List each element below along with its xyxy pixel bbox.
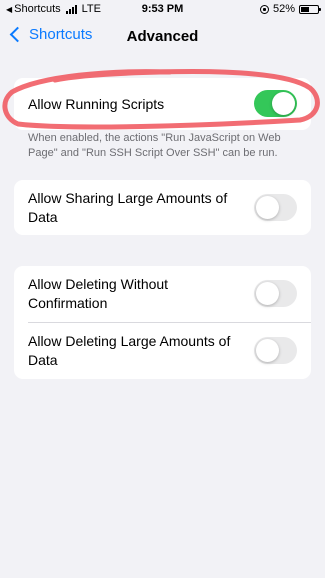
allow-running-scripts-toggle[interactable] (254, 90, 297, 117)
status-bar: ◀ Shortcuts LTE 9:53 PM 52% (0, 0, 325, 20)
toggle-knob (256, 282, 279, 305)
toggle-knob (256, 339, 279, 362)
settings-group-scripts: Allow Running Scripts (14, 78, 311, 130)
toggle-knob (256, 195, 279, 219)
settings-group-sharing: Allow Sharing Large Amounts of Data (14, 180, 311, 235)
setting-row-allow-sharing-large-data[interactable]: Allow Sharing Large Amounts of Data (14, 180, 311, 235)
setting-row-allow-deleting-large-data[interactable]: Allow Deleting Large Amounts of Data (28, 322, 311, 379)
status-right: 52% (259, 3, 321, 15)
orientation-lock-icon (259, 4, 269, 14)
allow-sharing-large-data-toggle[interactable] (254, 193, 297, 221)
battery-percent: 52% (272, 3, 295, 15)
allow-deleting-large-data-toggle[interactable] (254, 337, 297, 364)
allow-deleting-without-confirmation-toggle[interactable] (254, 280, 297, 307)
navigation-bar: Shortcuts Advanced (0, 20, 325, 54)
scripts-footer-note: When enabled, the actions "Run JavaScrip… (28, 132, 281, 159)
setting-row-allow-running-scripts[interactable]: Allow Running Scripts (14, 78, 311, 130)
settings-group-deleting: Allow Deleting Without Confirmation Allo… (14, 266, 311, 379)
setting-row-allow-deleting-without-confirmation[interactable]: Allow Deleting Without Confirmation (14, 266, 311, 322)
battery-icon (299, 4, 321, 14)
battery-fill (301, 6, 310, 12)
page-title: Advanced (126, 28, 199, 45)
toggle-knob (272, 92, 295, 115)
